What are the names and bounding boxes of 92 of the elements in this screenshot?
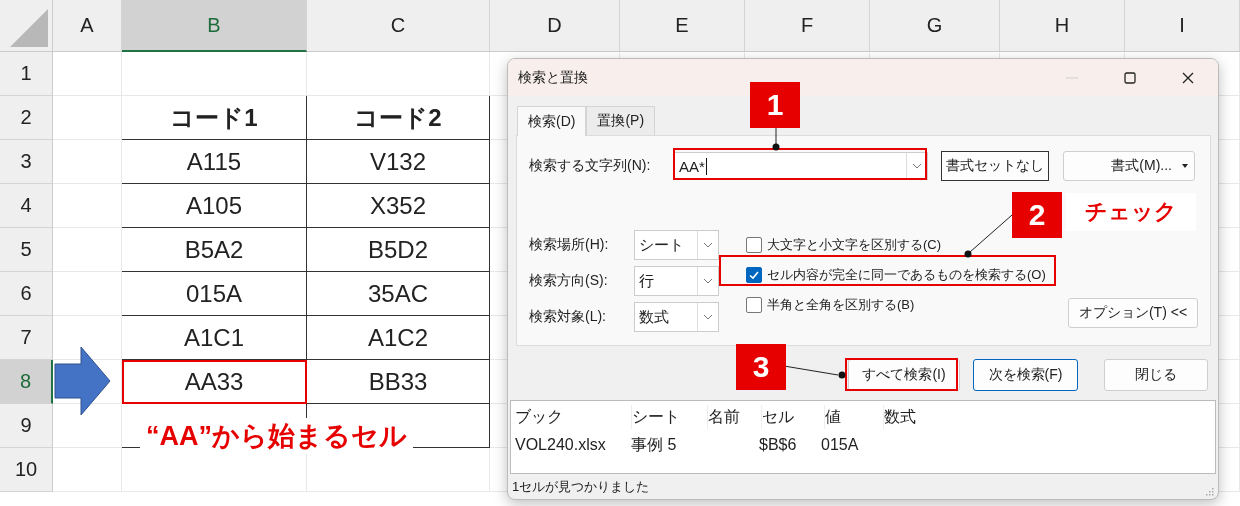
column-header[interactable]: H <box>1000 0 1125 52</box>
checkbox-label: 大文字と小文字を区別する(C) <box>767 236 942 254</box>
dropdown[interactable]: 行 <box>634 266 719 296</box>
leader-line <box>964 214 1013 258</box>
checkbox[interactable] <box>746 237 762 253</box>
row-header[interactable]: 8 <box>0 360 53 404</box>
grid-cell <box>53 184 122 228</box>
dialog-button[interactable]: 閉じる <box>1104 359 1208 391</box>
chevron-icon <box>703 278 713 284</box>
caption-text: “AA”から始まるセル <box>140 418 413 454</box>
row-header[interactable]: 7 <box>0 316 53 360</box>
column-header[interactable]: F <box>745 0 870 52</box>
column-header[interactable]: A <box>53 0 122 52</box>
table-cell: AA33 <box>122 360 307 404</box>
table-cell: B5D2 <box>307 228 490 272</box>
field-label: 検索する文字列(N): <box>529 157 652 175</box>
table-cell: A1C1 <box>122 316 307 360</box>
column-header[interactable]: 数式 <box>884 405 944 429</box>
table-cell: コード2 <box>307 96 490 140</box>
table-cell: B5A2 <box>122 228 307 272</box>
options-button[interactable]: オプション(T) << <box>1068 298 1198 328</box>
close-icon[interactable] <box>1182 71 1194 84</box>
table-cell-text: VOL240.xlsx <box>515 436 607 454</box>
grid-cell <box>53 52 122 96</box>
column-header[interactable]: E <box>620 0 745 52</box>
field-label: 検索対象(L): <box>529 308 607 326</box>
result-row[interactable]: VOL240.xlsx 事例 5 $B$6 015A <box>515 431 1211 459</box>
status-text: 1セルが見つかりました <box>512 477 650 496</box>
row-header[interactable]: 9 <box>0 404 53 448</box>
leader-line <box>783 365 846 379</box>
checkbox[interactable] <box>746 297 762 313</box>
triangle-icon <box>10 9 48 47</box>
grid-cell <box>53 96 122 140</box>
caret-icon <box>1182 164 1188 168</box>
field-label: 検索方向(S): <box>529 272 609 290</box>
column-header[interactable]: C <box>307 0 490 52</box>
row-header[interactable]: 4 <box>0 184 53 228</box>
checkbox[interactable] <box>746 267 762 283</box>
format-button[interactable]: 書式(M)... <box>1063 151 1195 181</box>
checkbox-label: 半角と全角を区別する(B) <box>767 296 915 314</box>
column-header[interactable]: B <box>122 0 307 52</box>
table-cell: X352 <box>307 184 490 228</box>
column-header[interactable]: G <box>870 0 1000 52</box>
column-header[interactable]: シート <box>632 405 708 429</box>
dropdown[interactable]: シート <box>634 230 719 260</box>
column-header[interactable]: D <box>490 0 620 52</box>
step-number: 3 <box>736 344 786 390</box>
chevron-icon <box>703 314 713 320</box>
step-number: 2 <box>1012 192 1062 238</box>
row-header[interactable]: 5 <box>0 228 53 272</box>
grid-cell <box>53 448 122 492</box>
checkbox-label: セル内容が完全に同一であるものを検索する(O) <box>767 266 1046 284</box>
tab[interactable]: 置換(P) <box>586 106 656 135</box>
table-cell: 35AC <box>307 272 490 316</box>
arrow-icon <box>54 346 111 416</box>
step-number: 1 <box>750 82 800 128</box>
window-title: 検索と置換 <box>518 68 588 87</box>
table-cell-text: 事例 5 <box>631 434 678 455</box>
resize-grip-icon[interactable] <box>1206 488 1214 496</box>
row-header[interactable]: 6 <box>0 272 53 316</box>
chevron-icon <box>703 242 713 248</box>
table-cell: A1C2 <box>307 316 490 360</box>
table-cell: 015A <box>122 272 307 316</box>
column-header[interactable]: セル <box>762 405 825 429</box>
row-header[interactable]: 10 <box>0 448 53 492</box>
no-format-button[interactable]: 書式セットなし <box>941 151 1049 181</box>
column-header[interactable]: I <box>1125 0 1240 52</box>
row-header[interactable]: 2 <box>0 96 53 140</box>
leader-line <box>772 126 780 151</box>
grid-cell <box>53 140 122 184</box>
table-cell: A105 <box>122 184 307 228</box>
table-cell: A115 <box>122 140 307 184</box>
row-header[interactable]: 1 <box>0 52 53 96</box>
column-header[interactable]: 値 <box>825 405 884 429</box>
grid-cell <box>53 272 122 316</box>
table-cell: BB33 <box>307 360 490 404</box>
callout-text: チェック <box>1066 193 1196 231</box>
field-label: 検索場所(H): <box>529 236 610 254</box>
column-header[interactable]: ブック <box>515 405 632 429</box>
column-header[interactable]: 名前 <box>708 405 762 429</box>
table-cell-text: $B$6 <box>759 436 798 454</box>
dialog-button[interactable]: 次を検索(F) <box>973 359 1078 391</box>
dropdown[interactable]: 数式 <box>634 302 719 332</box>
table-cell-text: 015A <box>821 436 860 454</box>
search-field[interactable]: AA* <box>674 152 928 180</box>
grid-cell <box>53 228 122 272</box>
table-cell: V132 <box>307 140 490 184</box>
maximize-icon[interactable] <box>1124 71 1136 84</box>
row-header[interactable]: 3 <box>0 140 53 184</box>
table-cell: コード1 <box>122 96 307 140</box>
chevron-icon <box>912 163 922 169</box>
tab[interactable]: 検索(D) <box>517 106 587 136</box>
